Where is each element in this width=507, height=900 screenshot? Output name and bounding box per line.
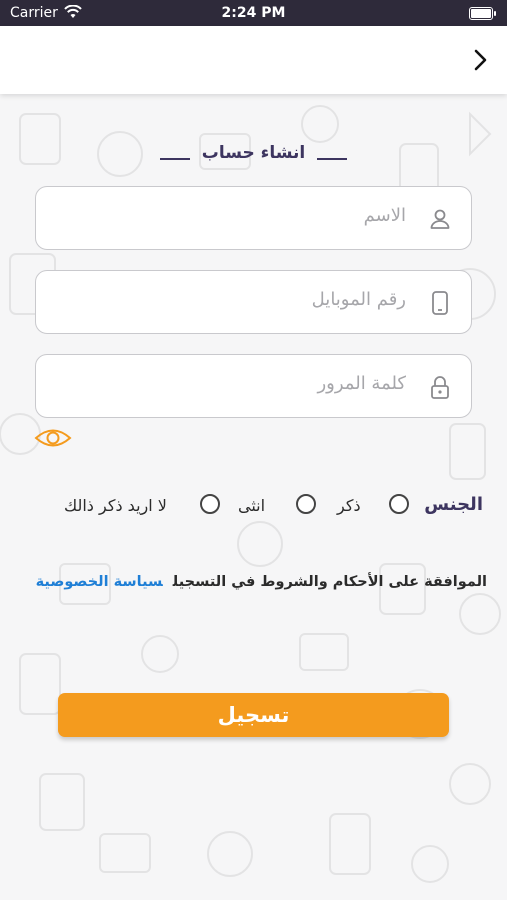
title-right-dash [317,158,348,160]
user-icon [430,209,450,229]
radio-female[interactable] [296,494,316,514]
chevron-right-icon[interactable] [467,46,493,74]
password-field[interactable]: كلمة المرور [35,354,472,418]
terms-row: الموافقة على الأحكام والشروط في التسجيل س… [36,574,487,590]
gender-option-prefer-not: لا اريد ذكر ذالك [64,496,167,515]
page-title: انشاء حساب [201,143,306,163]
phone-icon [432,291,448,315]
gender-option-female: انثى [238,496,266,515]
radio-male[interactable] [389,494,409,514]
gender-row: الجنس ذكر انثى لا اريد ذكر ذالك [0,492,507,522]
lock-icon [431,376,449,399]
mobile-placeholder: رقم الموبايل [311,289,406,310]
eye-icon[interactable] [34,425,72,451]
title-left-dash [159,158,190,160]
mobile-field[interactable]: رقم الموبايل [35,270,472,334]
gender-label: الجنس [424,494,483,515]
name-placeholder: الاسم [363,205,406,226]
clock: 2:24 PM [221,5,286,21]
status-bar: Carrier 2:24 PM [0,0,507,26]
register-button[interactable]: تسجيل [58,693,449,737]
battery-icon [469,7,496,20]
name-field[interactable]: الاسم [35,186,472,250]
navigation-bar [0,26,507,94]
radio-prefer-not[interactable] [200,494,220,514]
gender-option-male: ذكر [337,496,361,515]
password-placeholder: كلمة المرور [317,373,406,394]
privacy-policy-link[interactable]: سياسة الخصوصية [36,574,163,590]
form-title: انشاء حساب [0,143,507,163]
terms-text: الموافقة على الأحكام والشروط في التسجيل [172,574,487,590]
